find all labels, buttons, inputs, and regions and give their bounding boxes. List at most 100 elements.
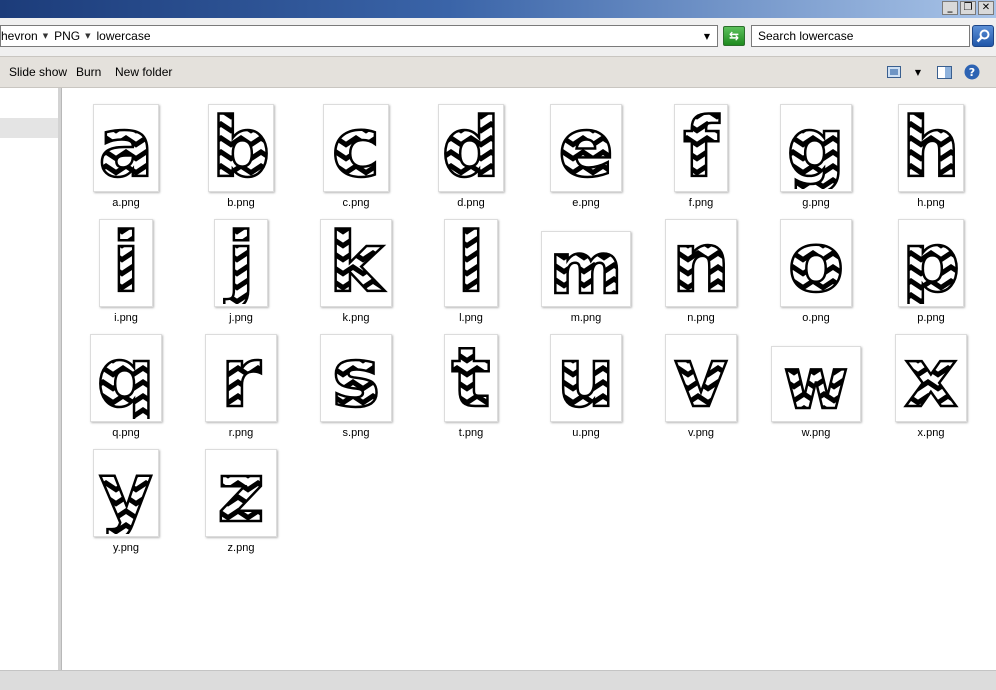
file-name: j.png bbox=[229, 312, 253, 324]
file-item[interactable]: f f.png bbox=[651, 96, 751, 209]
file-name: l.png bbox=[459, 312, 483, 324]
file-item[interactable]: r r.png bbox=[191, 326, 291, 439]
breadcrumb-item[interactable]: PNG ▼ bbox=[54, 29, 96, 43]
file-item[interactable]: w w.png bbox=[766, 326, 866, 439]
address-dropdown-icon[interactable]: ▼ bbox=[697, 26, 717, 46]
file-name: r.png bbox=[228, 427, 254, 439]
status-bar bbox=[0, 670, 996, 690]
file-name: y.png bbox=[112, 542, 140, 554]
file-name: e.png bbox=[572, 197, 600, 209]
file-item[interactable]: u u.png bbox=[536, 326, 636, 439]
breadcrumb-item[interactable]: hevron ▼ bbox=[1, 29, 54, 43]
file-item[interactable]: c c.png bbox=[306, 96, 406, 209]
file-name: s.png bbox=[342, 427, 370, 439]
toolbar: Slide show Burn New folder ▼ ? bbox=[0, 56, 996, 88]
file-thumbnail[interactable]: i bbox=[99, 219, 153, 307]
views-icon[interactable] bbox=[886, 65, 902, 79]
file-thumbnail[interactable]: h bbox=[898, 104, 964, 192]
file-item[interactable]: q q.png bbox=[76, 326, 176, 439]
burn-button[interactable]: Burn bbox=[76, 65, 101, 79]
file-thumbnail[interactable]: c bbox=[323, 104, 389, 192]
navigation-pane[interactable] bbox=[0, 88, 58, 670]
file-item[interactable]: i i.png bbox=[76, 211, 176, 324]
svg-text:o: o bbox=[788, 222, 844, 304]
file-item[interactable]: t t.png bbox=[421, 326, 521, 439]
file-item[interactable]: v v.png bbox=[651, 326, 751, 439]
file-item[interactable]: n n.png bbox=[651, 211, 751, 324]
file-item[interactable]: l l.png bbox=[421, 211, 521, 324]
file-thumbnail[interactable]: e bbox=[550, 104, 622, 192]
file-thumbnail[interactable]: j bbox=[214, 219, 268, 307]
file-thumbnail[interactable]: x bbox=[895, 334, 967, 422]
file-item[interactable]: o o.png bbox=[766, 211, 866, 324]
breadcrumb-arrow-icon[interactable]: ▼ bbox=[43, 32, 48, 40]
svg-text:m: m bbox=[550, 234, 623, 304]
nav-selected-item[interactable] bbox=[0, 118, 58, 138]
chevron-letter-image: g bbox=[785, 107, 846, 189]
search-icon[interactable] bbox=[972, 25, 994, 47]
file-item[interactable]: s s.png bbox=[306, 326, 406, 439]
file-item[interactable]: g g.png bbox=[766, 96, 866, 209]
restore-icon[interactable]: ❐ bbox=[960, 1, 976, 15]
help-icon[interactable]: ? bbox=[964, 64, 980, 80]
svg-text:g: g bbox=[787, 107, 846, 189]
svg-text:r: r bbox=[221, 337, 262, 419]
file-item[interactable]: z z.png bbox=[191, 441, 291, 554]
search-input[interactable] bbox=[751, 25, 970, 47]
file-name: d.png bbox=[457, 197, 485, 209]
file-thumbnail[interactable]: r bbox=[205, 334, 277, 422]
breadcrumb-arrow-icon[interactable]: ▼ bbox=[85, 32, 90, 40]
chevron-letter-image: p bbox=[901, 222, 961, 304]
minimize-icon[interactable]: _ bbox=[942, 1, 958, 15]
file-item[interactable]: a a.png bbox=[76, 96, 176, 209]
file-name: i.png bbox=[114, 312, 138, 324]
svg-text:i: i bbox=[112, 222, 140, 304]
file-item[interactable]: p p.png bbox=[881, 211, 981, 324]
file-thumbnail[interactable]: b bbox=[208, 104, 274, 192]
chevron-letter-image: u bbox=[556, 337, 617, 419]
file-thumbnail[interactable]: l bbox=[444, 219, 498, 307]
file-name: u.png bbox=[572, 427, 600, 439]
file-thumbnail[interactable]: u bbox=[550, 334, 622, 422]
file-thumbnail[interactable]: d bbox=[438, 104, 504, 192]
file-thumbnail[interactable]: v bbox=[665, 334, 737, 422]
file-item[interactable]: x x.png bbox=[881, 326, 981, 439]
file-thumbnail[interactable]: a bbox=[93, 104, 159, 192]
chevron-letter-image: h bbox=[901, 107, 961, 189]
file-item[interactable]: y y.png bbox=[76, 441, 176, 554]
file-item[interactable]: e e.png bbox=[536, 96, 636, 209]
file-thumbnail[interactable]: y bbox=[93, 449, 159, 537]
file-thumbnail[interactable]: q bbox=[90, 334, 162, 422]
file-thumbnail[interactable]: t bbox=[444, 334, 498, 422]
file-thumbnail[interactable]: k bbox=[320, 219, 392, 307]
file-thumbnail[interactable]: f bbox=[674, 104, 728, 192]
file-thumbnail[interactable]: n bbox=[665, 219, 737, 307]
chevron-letter-image: n bbox=[671, 222, 732, 304]
file-thumbnail[interactable]: z bbox=[205, 449, 277, 537]
preview-pane-icon[interactable] bbox=[936, 65, 952, 79]
file-item[interactable]: k k.png bbox=[306, 211, 406, 324]
new-folder-button[interactable]: New folder bbox=[115, 65, 172, 79]
address-bar[interactable]: hevron ▼ PNG ▼ lowercase ▼ bbox=[0, 25, 718, 47]
file-thumbnail[interactable]: w bbox=[771, 346, 861, 422]
file-item[interactable]: m m.png bbox=[536, 211, 636, 324]
breadcrumb-item[interactable]: lowercase bbox=[97, 29, 151, 43]
chevron-letter-image: d bbox=[441, 107, 501, 189]
file-item[interactable]: b b.png bbox=[191, 96, 291, 209]
file-item[interactable]: d d.png bbox=[421, 96, 521, 209]
close-icon[interactable]: ✕ bbox=[978, 1, 994, 15]
file-name: h.png bbox=[917, 197, 945, 209]
chevron-letter-image: s bbox=[330, 337, 381, 419]
svg-text:z: z bbox=[217, 452, 265, 534]
chevron-letter-image: k bbox=[327, 222, 387, 304]
file-item[interactable]: h h.png bbox=[881, 96, 981, 209]
file-thumbnail[interactable]: m bbox=[541, 231, 631, 307]
file-item[interactable]: j j.png bbox=[191, 211, 291, 324]
file-thumbnail[interactable]: s bbox=[320, 334, 392, 422]
refresh-icon[interactable]: ⇆ bbox=[723, 26, 745, 46]
slideshow-button[interactable]: Slide show bbox=[9, 65, 67, 79]
file-thumbnail[interactable]: p bbox=[898, 219, 964, 307]
file-thumbnail[interactable]: g bbox=[780, 104, 852, 192]
views-dropdown-icon[interactable]: ▼ bbox=[912, 65, 924, 79]
file-thumbnail[interactable]: o bbox=[780, 219, 852, 307]
